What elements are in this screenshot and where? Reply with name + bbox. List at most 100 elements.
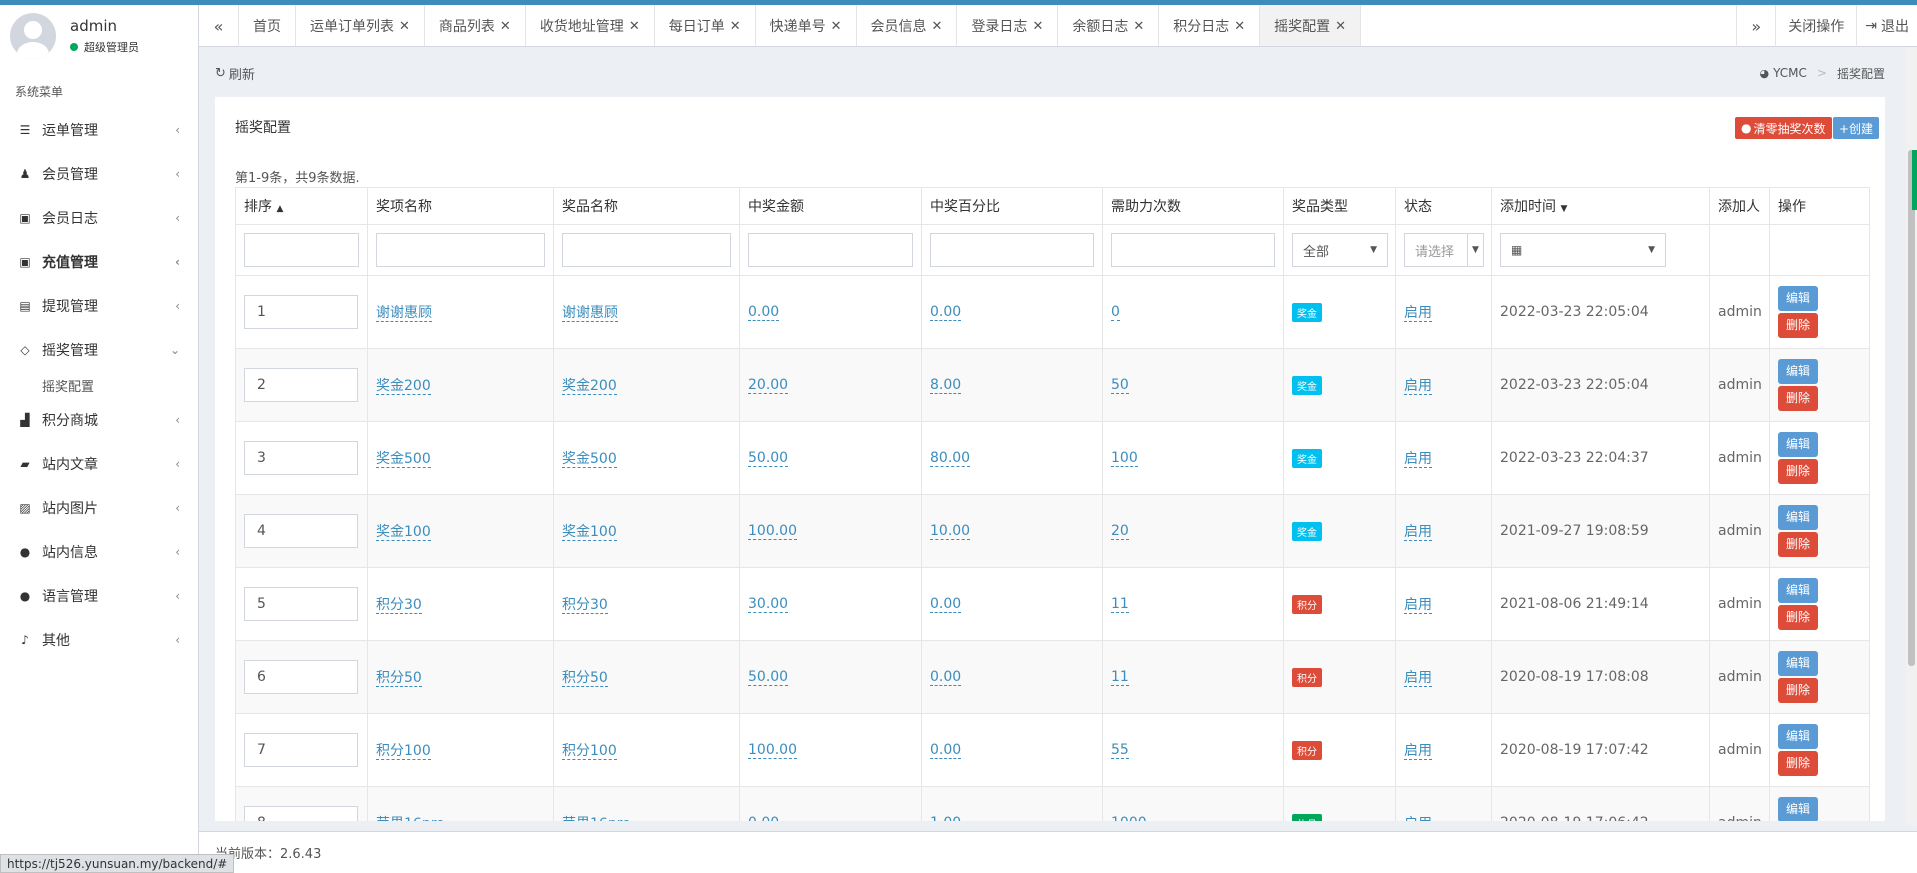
status-editable[interactable]: 启用 (1404, 670, 1432, 687)
edit-button[interactable]: 编辑 (1778, 578, 1818, 603)
status-editable[interactable]: 启用 (1404, 743, 1432, 760)
tab[interactable]: 收货地址管理 ✕ (526, 5, 655, 46)
close-icon[interactable]: ✕ (730, 19, 741, 34)
scrollbar-thumb[interactable] (1908, 150, 1915, 666)
status-editable[interactable]: 启用 (1404, 451, 1432, 468)
assists-editable[interactable]: 20 (1111, 523, 1129, 540)
award-name-editable[interactable]: 积分30 (376, 597, 422, 614)
sidebar-item[interactable]: ◇ 摇奖管理 ⌄ (0, 328, 198, 372)
edit-button[interactable]: 编辑 (1778, 286, 1818, 311)
tab[interactable]: 商品列表 ✕ (425, 5, 526, 46)
tab[interactable]: 快递单号 ✕ (756, 5, 857, 46)
delete-button[interactable]: 删除 (1778, 751, 1818, 776)
clear-draw-count-button[interactable]: ● 清零抽奖次数 (1735, 117, 1832, 139)
assists-editable[interactable]: 50 (1111, 377, 1129, 394)
close-icon[interactable]: ✕ (1335, 19, 1346, 34)
close-icon[interactable]: ✕ (932, 19, 943, 34)
sort-order-input[interactable]: 4 (244, 514, 358, 548)
delete-button[interactable]: 删除 (1778, 532, 1818, 557)
sidebar-item[interactable]: ♪ 其他 ‹ (0, 618, 198, 662)
sidebar-item[interactable]: ● 语言管理 ‹ (0, 574, 198, 618)
percent-editable[interactable]: 0.00 (930, 669, 962, 686)
percent-editable[interactable]: 0.00 (930, 596, 962, 613)
edit-button[interactable]: 编辑 (1778, 797, 1818, 821)
status-editable[interactable]: 启用 (1404, 305, 1432, 322)
tab-scroll-left-button[interactable]: « (199, 5, 239, 47)
percent-editable[interactable]: 0.00 (930, 304, 962, 321)
amount-editable[interactable]: 50.00 (748, 669, 789, 686)
edit-button[interactable]: 编辑 (1778, 724, 1818, 749)
delete-button[interactable]: 删除 (1778, 386, 1818, 411)
sort-order-input[interactable]: 6 (244, 660, 358, 694)
filter-amount-input[interactable] (748, 233, 913, 267)
sidebar-item[interactable]: ▰ 站内文章 ‹ (0, 442, 198, 486)
filter-sort-input[interactable] (244, 233, 359, 267)
close-icon[interactable]: ✕ (831, 19, 842, 34)
edit-button[interactable]: 编辑 (1778, 505, 1818, 530)
tab-scroll-right-button[interactable]: » (1736, 5, 1777, 47)
tab[interactable]: 登录日志 ✕ (957, 5, 1059, 46)
create-button[interactable]: +创建 (1833, 117, 1880, 139)
percent-editable[interactable]: 8.00 (930, 377, 962, 394)
sort-order-input[interactable]: 5 (244, 587, 358, 621)
prize-name-editable[interactable]: 积分100 (562, 743, 617, 760)
assists-editable[interactable]: 55 (1111, 742, 1129, 759)
sort-order-input[interactable]: 1 (244, 295, 358, 329)
sidebar-item[interactable]: ▤ 提现管理 ‹ (0, 284, 198, 328)
prize-name-editable[interactable]: 谢谢惠顾 (562, 305, 618, 322)
award-name-editable[interactable]: 奖金200 (376, 378, 431, 395)
tab[interactable]: 运单订单列表 ✕ (296, 5, 425, 46)
tab[interactable]: 余额日志 ✕ (1058, 5, 1160, 46)
amount-editable[interactable]: 20.00 (748, 377, 789, 394)
close-icon[interactable]: ✕ (1133, 19, 1144, 34)
close-icon[interactable]: ✕ (629, 19, 640, 34)
filter-prize-input[interactable] (562, 233, 731, 267)
sidebar-item[interactable]: ● 站内信息 ‹ (0, 530, 198, 574)
status-editable[interactable]: 启用 (1404, 597, 1432, 614)
percent-editable[interactable]: 1.00 (930, 815, 962, 821)
status-editable[interactable]: 启用 (1404, 378, 1432, 395)
amount-editable[interactable]: 0.00 (748, 304, 780, 321)
assists-editable[interactable]: 0 (1111, 304, 1120, 321)
sort-order-input[interactable]: 7 (244, 733, 358, 767)
assists-editable[interactable]: 1000 (1111, 815, 1147, 821)
award-name-editable[interactable]: 积分50 (376, 670, 422, 687)
amount-editable[interactable]: 0.00 (748, 815, 780, 821)
delete-button[interactable]: 删除 (1778, 678, 1818, 703)
tab[interactable]: 会员信息 ✕ (857, 5, 958, 46)
edit-button[interactable]: 编辑 (1778, 432, 1818, 457)
prize-name-editable[interactable]: 苹果16pro (562, 816, 631, 821)
status-editable[interactable]: 启用 (1404, 524, 1432, 541)
percent-editable[interactable]: 10.00 (930, 523, 971, 540)
award-name-editable[interactable]: 谢谢惠顾 (376, 305, 432, 322)
col-header-sort[interactable]: 排序 ▲ (235, 187, 368, 225)
sidebar-item[interactable]: ♟ 会员管理 ‹ (0, 152, 198, 196)
assists-editable[interactable]: 11 (1111, 596, 1129, 613)
prize-name-editable[interactable]: 积分50 (562, 670, 608, 687)
edit-button[interactable]: 编辑 (1778, 359, 1818, 384)
amount-editable[interactable]: 100.00 (748, 742, 797, 759)
close-icon[interactable]: ✕ (500, 19, 511, 34)
tab[interactable]: 首页 (239, 5, 296, 46)
sort-order-input[interactable]: 2 (244, 368, 358, 402)
col-header-time[interactable]: 添加时间 ▼ (1491, 187, 1710, 225)
sidebar-item[interactable]: ▣ 充值管理 ‹ (0, 240, 198, 284)
award-name-editable[interactable]: 苹果16pro (376, 816, 445, 821)
close-icon[interactable]: ✕ (399, 19, 410, 34)
close-operations-button[interactable]: 关闭操作 (1776, 5, 1858, 47)
percent-editable[interactable]: 0.00 (930, 742, 962, 759)
delete-button[interactable]: 删除 (1778, 459, 1818, 484)
amount-editable[interactable]: 100.00 (748, 523, 797, 540)
assists-editable[interactable]: 100 (1111, 450, 1138, 467)
edit-button[interactable]: 编辑 (1778, 651, 1818, 676)
prize-name-editable[interactable]: 奖金100 (562, 524, 617, 541)
sidebar-subitem[interactable]: 摇奖配置 (0, 372, 198, 398)
breadcrumb-home[interactable]: YCMC (1773, 66, 1807, 80)
refresh-button[interactable]: ↻ 刷新 (215, 64, 255, 83)
prize-name-editable[interactable]: 奖金500 (562, 451, 617, 468)
filter-name-input[interactable] (376, 233, 545, 267)
filter-assists-input[interactable] (1111, 233, 1275, 267)
logout-button[interactable]: ⇥ 退出 (1857, 5, 1917, 47)
tab[interactable]: 每日订单 ✕ (655, 5, 756, 46)
close-icon[interactable]: ✕ (1234, 19, 1245, 34)
